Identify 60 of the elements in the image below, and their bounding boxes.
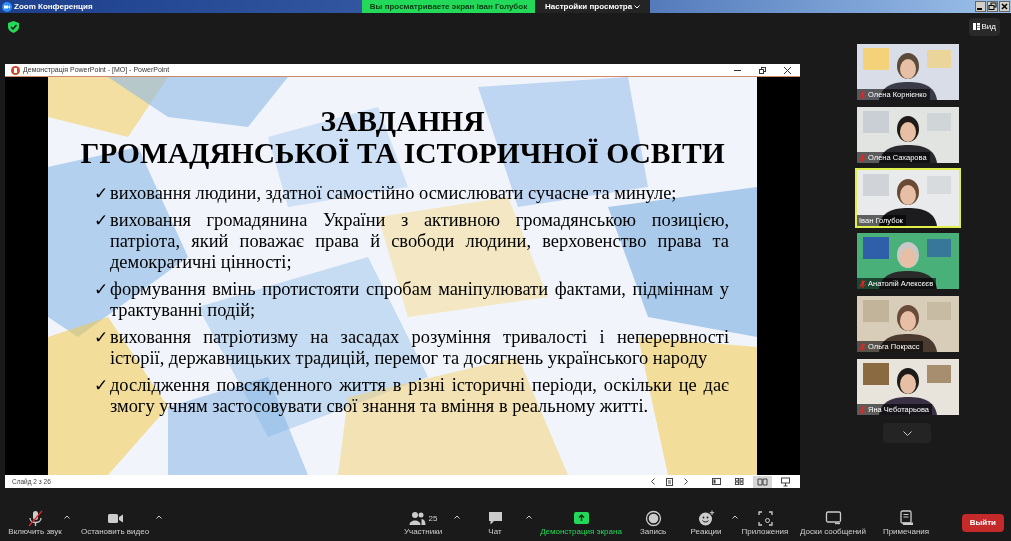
bullet-text: дослідження повсякденного життя в різні історичні періоди, оскільки це дає змогу учням застосовувати свої знання та вміння в реальному житті. [110,375,729,417]
share-banner: Вы просматриваете экран Іван Голубок [362,0,535,13]
people-icon [408,510,426,527]
leave-button[interactable]: Выйти [961,514,1004,532]
view-settings-button[interactable]: Настройки просмотра [535,0,650,13]
mic-button[interactable]: Включить звук [2,510,68,536]
zoom-logo-icon [2,1,12,12]
chat-button[interactable]: Чат [460,510,530,536]
layout-icon [972,23,980,30]
caret-up-icon[interactable] [156,515,162,519]
check-mark: ✓ [94,210,109,232]
record-button[interactable]: Запись [630,510,676,536]
notes-button[interactable]: Примечания [874,510,938,536]
bullet-text: виховання громадянина України з активною громадянською позицією, патріота, який поважає права й свободи людини, верховенство права та демократичні цінності; [110,210,729,273]
close-icon[interactable] [784,66,791,74]
caret-up-icon[interactable] [732,515,738,519]
caret-up-icon[interactable] [64,515,70,519]
chevron-down-icon [902,430,912,436]
check-mark: ✓ [94,279,109,301]
chat-bubble-icon [486,510,504,527]
share-screen-icon [572,510,590,527]
screen-icon [780,476,791,487]
next-icon[interactable] [683,478,689,485]
normal-view-icon [711,476,722,487]
caret-up-icon[interactable] [526,515,532,519]
restore-icon[interactable] [987,1,998,12]
book-icon [757,476,768,487]
monitor-icon [824,510,842,527]
whiteboard-button[interactable]: Доски сообщений [792,510,874,536]
window-title: Zoom Конференция [14,2,93,11]
muted-mic-icon [26,510,44,527]
reactions-button[interactable]: Реакции [676,510,736,536]
apps-icon [756,510,774,527]
bullet-text: формування вмінь протистояти спробам маніпулювати фактами, підміннам у трактуванні подій; [110,279,729,321]
bullet-text: виховання патріотизму на засадах розуміння тривалості і неперервності історії, державницьких традицій, перемог та досягнень українського народу [110,327,729,369]
share-screen-button[interactable]: Демонстрация экрана [532,510,630,536]
video-button[interactable]: Остановить видео [70,510,160,536]
caret-up-icon[interactable] [454,515,460,519]
check-mark: ✓ [94,183,109,204]
close-icon[interactable] [999,1,1010,12]
check-mark: ✓ [94,327,109,349]
notes-icon [897,510,915,527]
smiley-plus-icon [697,510,715,527]
caret-down-icon [634,4,640,9]
participant-count: 25 [428,512,438,525]
view-mode-button[interactable] [753,475,772,488]
apps-button[interactable]: Приложения [738,510,792,536]
slide-title: ГРОМАДЯНСЬКОЇ ТА ІСТОРИЧНОЇ ОСВІТИ [79,137,726,169]
record-icon [644,510,662,527]
previous-icon[interactable] [650,478,656,485]
shield-check-icon [8,20,19,33]
bullet-text: виховання людини, здатної самостійно осмислювати сучасне та минуле; [110,183,677,204]
participants-button[interactable]: 25 Участники [388,510,458,536]
slide-title: ЗАВДАННЯ [319,105,486,137]
view-button[interactable]: Вид [968,17,1000,36]
minimize-icon[interactable] [975,1,986,12]
grid-icon [734,476,745,487]
check-mark: ✓ [94,375,109,397]
notes-icon[interactable] [666,477,673,486]
restore-icon[interactable] [759,66,766,74]
